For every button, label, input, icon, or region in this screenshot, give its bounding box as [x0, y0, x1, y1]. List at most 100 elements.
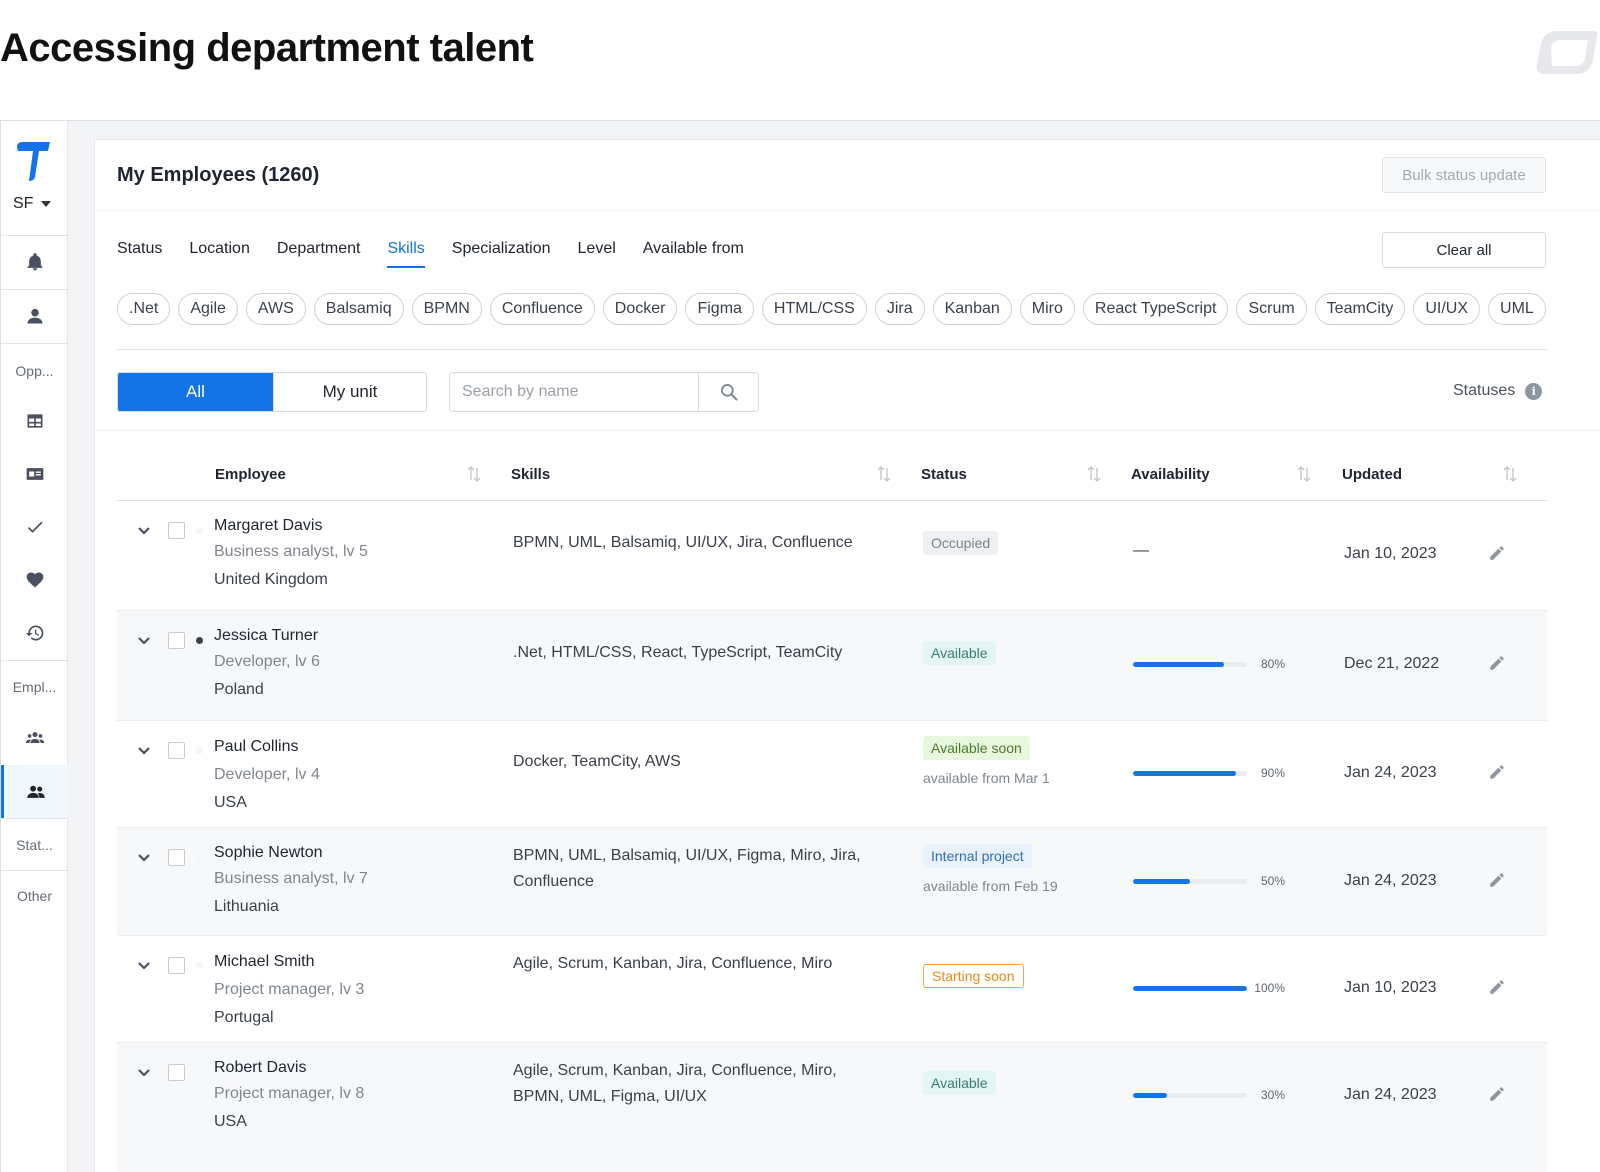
nav-section-opportunities[interactable]: Opp...: [1, 363, 68, 379]
table-row[interactable]: Margaret Davis Business analyst, lv 5 Unit…: [117, 501, 1547, 611]
skill-chip[interactable]: UI/UX: [1413, 293, 1481, 325]
skill-chip[interactable]: .Net: [117, 293, 171, 325]
search-input[interactable]: [450, 373, 698, 411]
nav-teams[interactable]: [1, 718, 68, 758]
expand-chevron-icon[interactable]: [137, 1068, 151, 1078]
filter-tab-available-from[interactable]: Available from: [643, 240, 744, 268]
filter-tab-skills[interactable]: Skills: [387, 240, 426, 268]
sort-icon[interactable]: [877, 465, 891, 483]
scope-all-button[interactable]: All: [118, 373, 273, 411]
skill-chip[interactable]: React TypeScript: [1082, 293, 1229, 325]
skill-chip[interactable]: BPMN: [411, 293, 482, 325]
card-title: My Employees (1260): [117, 164, 320, 186]
column-header-employee[interactable]: Employee: [215, 466, 286, 483]
nav-favorites[interactable]: [1, 560, 68, 600]
table-row[interactable]: Robert Davis Project manager, lv 8 USA Agil…: [117, 1043, 1547, 1172]
filter-tab-specialization[interactable]: Specialization: [452, 240, 551, 268]
presence-dot: [196, 747, 203, 754]
row-checkbox[interactable]: [168, 522, 185, 539]
employee-name[interactable]: Michael Smith: [214, 953, 314, 971]
availability-bar: [1133, 986, 1247, 991]
bulk-status-update-button[interactable]: Bulk status update: [1382, 157, 1546, 193]
sort-icon[interactable]: [467, 465, 481, 483]
nav-my-employees[interactable]: [1, 765, 68, 818]
edit-icon[interactable]: [1488, 654, 1506, 672]
nav-section-employees[interactable]: Empl...: [1, 679, 68, 695]
scope-my-unit-button[interactable]: My unit: [273, 373, 426, 411]
skill-chip[interactable]: Figma: [685, 293, 754, 325]
availability-bar-fill: [1133, 986, 1247, 991]
row-checkbox[interactable]: [168, 1064, 185, 1081]
edit-icon[interactable]: [1488, 1085, 1506, 1103]
expand-chevron-icon[interactable]: [137, 961, 151, 971]
expand-chevron-icon[interactable]: [137, 853, 151, 863]
column-header-status[interactable]: Status: [921, 466, 967, 483]
clear-all-button[interactable]: Clear all: [1382, 232, 1546, 268]
page-title: Accessing department talent: [0, 26, 534, 70]
skill-chip[interactable]: Scrum: [1236, 293, 1307, 325]
filter-tab-location[interactable]: Location: [189, 240, 250, 268]
sort-icon[interactable]: [1503, 465, 1517, 483]
sort-icon[interactable]: [1087, 465, 1101, 483]
table-row[interactable]: Paul Collins Developer, lv 4 USA Docker, Te…: [117, 721, 1547, 828]
people-icon: [27, 785, 45, 798]
notifications-nav[interactable]: [1, 242, 68, 282]
nav-section-statistics[interactable]: Stat...: [1, 837, 68, 853]
skill-chip[interactable]: Docker: [602, 293, 678, 325]
filter-tab-level[interactable]: Level: [578, 240, 616, 268]
row-checkbox[interactable]: [168, 957, 185, 974]
table-row[interactable]: Jessica Turner Developer, lv 6 Poland .Net,…: [117, 611, 1547, 721]
skill-chip[interactable]: Miro: [1019, 293, 1075, 325]
skill-chip[interactable]: Agile: [178, 293, 238, 325]
status-badge: Occupied: [923, 531, 999, 555]
statuses-legend[interactable]: Statuses i: [1453, 382, 1543, 400]
search-button[interactable]: [698, 373, 758, 411]
employee-name[interactable]: Margaret Davis: [214, 517, 322, 535]
skill-chip[interactable]: Balsamiq: [313, 293, 404, 325]
edit-icon[interactable]: [1488, 544, 1506, 562]
filter-tab-department[interactable]: Department: [277, 240, 361, 268]
org-switcher[interactable]: SF: [13, 195, 52, 213]
employee-role: Business analyst, lv 5: [214, 543, 368, 560]
table-row[interactable]: Michael Smith Project manager, lv 3 Portug…: [117, 936, 1547, 1043]
row-checkbox[interactable]: [168, 742, 185, 759]
nav-table[interactable]: [1, 401, 68, 441]
person-icon: [27, 308, 42, 324]
edit-icon[interactable]: [1488, 763, 1506, 781]
employee-name[interactable]: Sophie Newton: [214, 844, 323, 862]
column-header-skills[interactable]: Skills: [511, 466, 550, 483]
skill-chip[interactable]: TeamCity: [1314, 293, 1406, 325]
column-header-availability[interactable]: Availability: [1131, 466, 1210, 483]
table-icon: [27, 414, 42, 428]
presence-dot: [196, 1069, 203, 1076]
profile-nav[interactable]: [1, 296, 68, 336]
sort-icon[interactable]: [1297, 465, 1311, 483]
employee-name[interactable]: Paul Collins: [214, 738, 298, 756]
skill-chip[interactable]: Kanban: [932, 293, 1012, 325]
status-badge: Available: [923, 641, 996, 665]
skill-chip[interactable]: UML: [1488, 293, 1546, 325]
employee-name[interactable]: Jessica Turner: [214, 627, 318, 645]
employee-name[interactable]: Robert Davis: [214, 1059, 306, 1077]
expand-chevron-icon[interactable]: [137, 746, 151, 756]
table-row[interactable]: Sophie Newton Business analyst, lv 7 Lithu…: [117, 828, 1547, 936]
heart-icon: [26, 572, 43, 588]
nav-section-other[interactable]: Other: [1, 888, 68, 904]
edit-icon[interactable]: [1488, 978, 1506, 996]
nav-approvals[interactable]: [1, 507, 68, 547]
skill-chip[interactable]: Confluence: [489, 293, 595, 325]
nav-history[interactable]: [1, 613, 68, 653]
filter-tab-status[interactable]: Status: [117, 240, 162, 268]
column-header-updated[interactable]: Updated: [1342, 466, 1402, 483]
skill-chip[interactable]: HTML/CSS: [761, 293, 867, 325]
expand-chevron-icon[interactable]: [137, 636, 151, 646]
skill-chip[interactable]: AWS: [245, 293, 306, 325]
row-checkbox[interactable]: [168, 632, 185, 649]
row-checkbox[interactable]: [168, 849, 185, 866]
availability-percent: 100%: [1254, 981, 1285, 995]
edit-icon[interactable]: [1488, 871, 1506, 889]
nav-profiles[interactable]: [1, 454, 68, 494]
employee-location: United Kingdom: [214, 571, 328, 588]
skill-chip[interactable]: Jira: [874, 293, 925, 325]
expand-chevron-icon[interactable]: [137, 526, 151, 536]
